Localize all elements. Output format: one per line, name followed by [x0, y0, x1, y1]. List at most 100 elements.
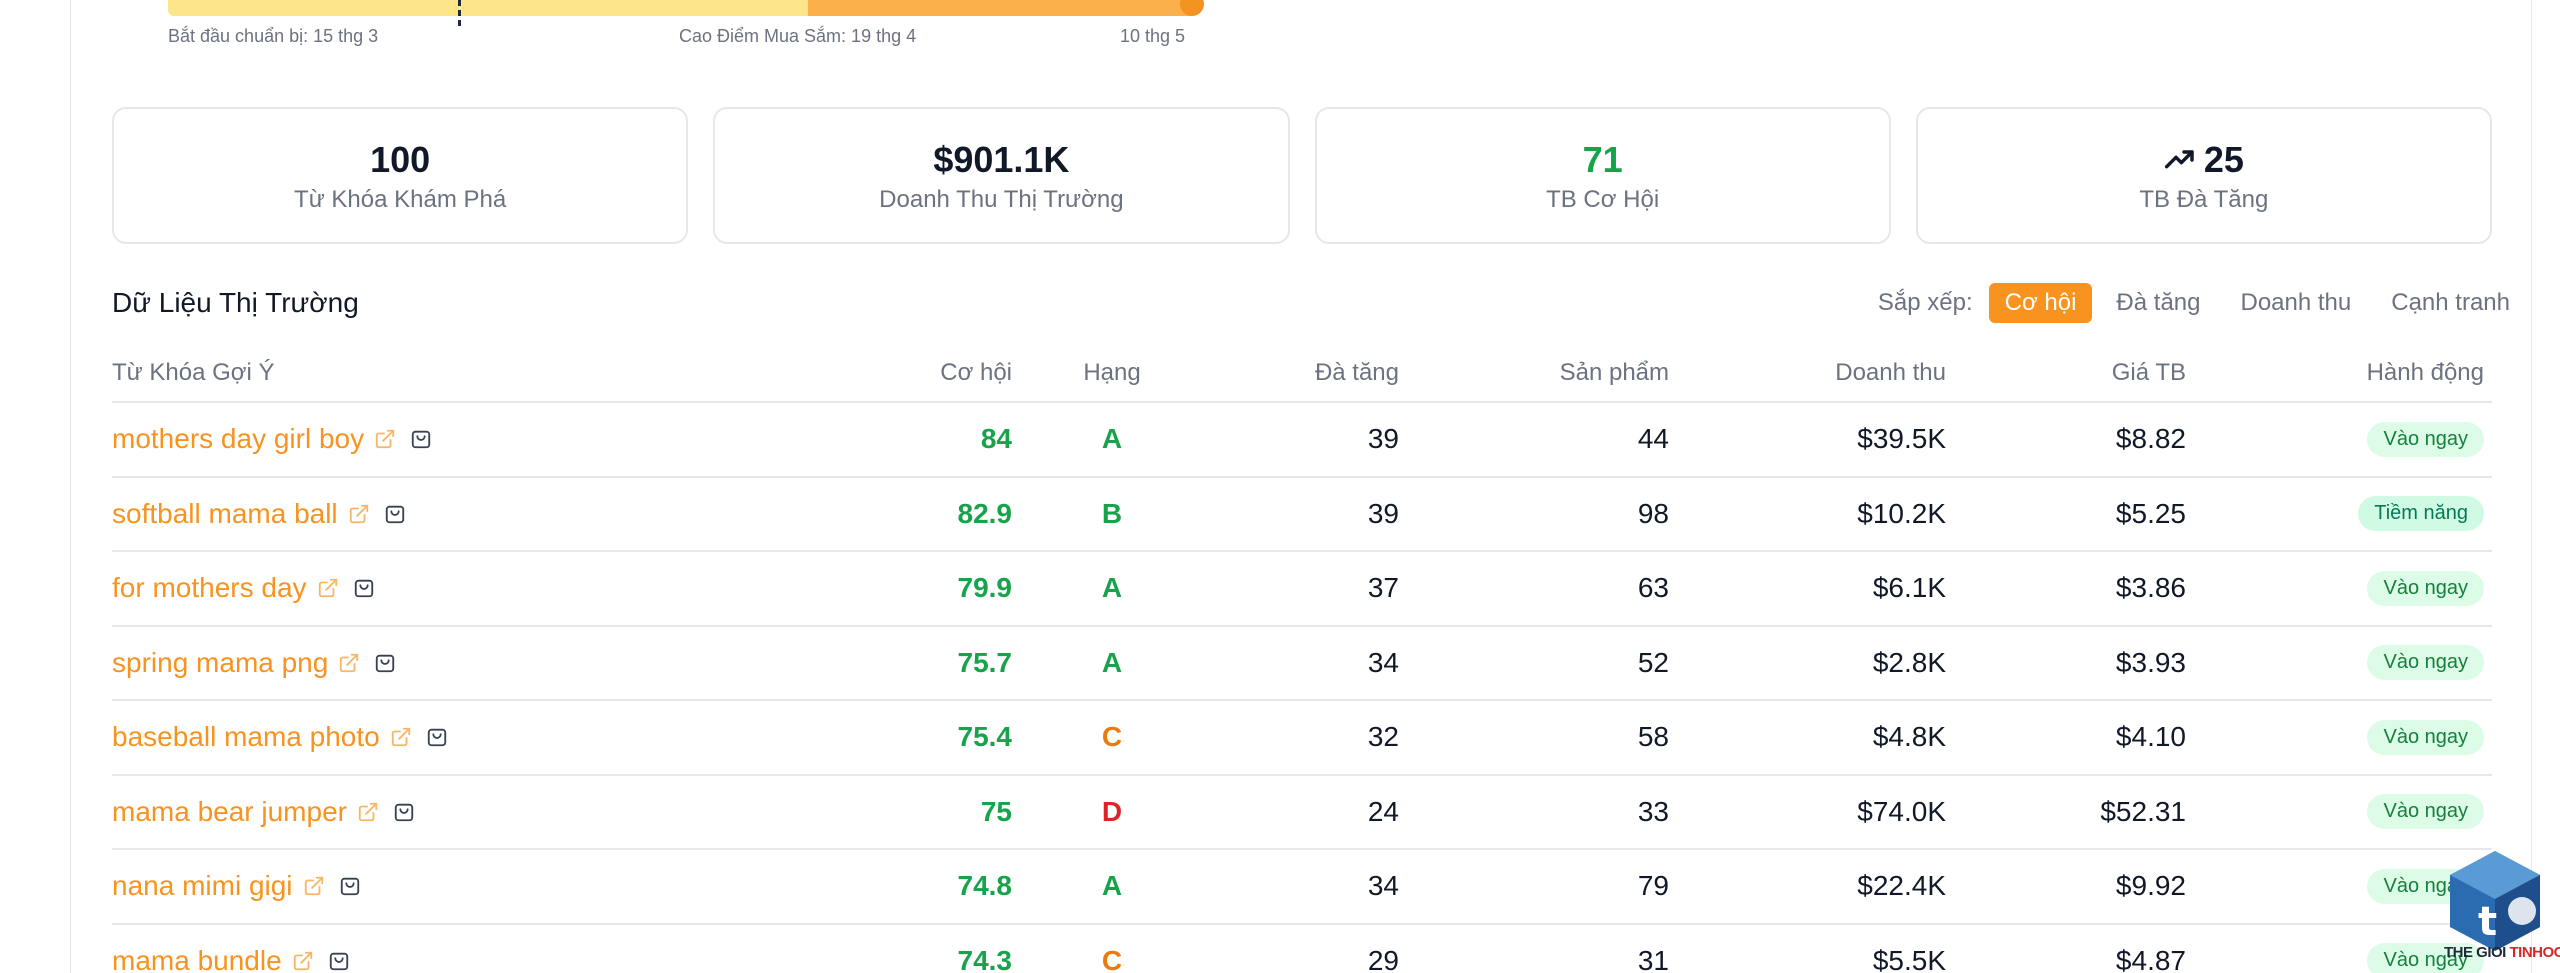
products-cell: 52 [1637, 646, 1669, 678]
sort-option-opportunity[interactable]: Cơ hội [1988, 283, 2093, 323]
products-cell: 44 [1637, 423, 1669, 455]
keyword-cell: softball mama ball [112, 498, 832, 530]
momentum-cell: 39 [1367, 497, 1399, 529]
external-link-icon[interactable] [348, 503, 370, 525]
svg-text:t: t [2478, 899, 2497, 945]
momentum-cell: 24 [1367, 795, 1399, 827]
action-badge[interactable]: Vào ngay [2367, 645, 2484, 681]
sort-option-competition[interactable]: Cạnh tranh [2375, 283, 2526, 323]
sort-bar: Sắp xếp: Cơ hội Đà tăng Doanh thu Cạnh t… [1878, 282, 2526, 324]
external-link-icon[interactable] [317, 577, 339, 599]
keyword-cell: for mothers day [112, 572, 832, 604]
action-badge[interactable]: Vào ngay [2367, 719, 2484, 755]
external-link-icon[interactable] [374, 428, 396, 450]
keyword-link[interactable]: softball mama ball [112, 498, 338, 530]
keyword-link[interactable]: mothers day girl boy [112, 423, 364, 455]
external-link-icon[interactable] [338, 652, 360, 674]
keyword-cell: mama bear jumper [112, 796, 832, 828]
action-cell: Vào ngay [2186, 719, 2484, 755]
keyword-link[interactable]: mama bear jumper [112, 796, 347, 828]
table-row: baseball mama photo 75.4 C 32 58 $4.8K $4.10 Và… [112, 701, 2492, 776]
avg-price-cell: $8.82 [2115, 423, 2186, 455]
external-link-icon[interactable] [390, 726, 412, 748]
action-badge[interactable]: Vào ngay [2367, 421, 2484, 457]
shopping-bag-icon[interactable] [339, 875, 361, 897]
stat-label: Doanh Thu Thị Trường [879, 185, 1124, 213]
section-title: Dữ Liệu Thị Trường [112, 287, 359, 318]
table-header: Từ Khóa Gợi Ý Cơ hội Hạng Đà tăng Sản ph… [112, 345, 2492, 403]
sort-label: Sắp xếp: [1877, 289, 1973, 316]
opportunity-cell: 84 [980, 423, 1012, 455]
stat-value: 71 [1582, 138, 1623, 180]
momentum-cell: 34 [1367, 870, 1399, 902]
shopping-bag-icon[interactable] [328, 950, 350, 972]
action-badge[interactable]: Tiềm năng [2358, 496, 2484, 532]
action-cell: Vào ngay [2186, 421, 2484, 457]
momentum-cell: 34 [1367, 646, 1399, 678]
keyword-link[interactable]: for mothers day [112, 572, 307, 604]
action-badge[interactable]: Vào ngay [2367, 794, 2484, 830]
table-body: mothers day girl boy 84 A 39 44 $39.5K $8.82 Và… [112, 403, 2492, 973]
timeline-prep-label: Bắt đầu chuẩn bị: 15 thg 3 [168, 26, 379, 46]
revenue-cell: $6.1K [1872, 572, 1946, 604]
stat-label: TB Cơ Hội [1546, 185, 1660, 213]
keyword-link[interactable]: mama bundle [112, 945, 282, 973]
rank-cell: A [1101, 870, 1123, 902]
col-header-rank[interactable]: Hạng [1012, 359, 1212, 387]
table-row: mothers day girl boy 84 A 39 44 $39.5K $8.82 Và… [112, 403, 2492, 478]
revenue-cell: $2.8K [1872, 646, 1946, 678]
keyword-link[interactable]: baseball mama photo [112, 721, 380, 753]
shopping-bag-icon[interactable] [410, 428, 432, 450]
revenue-cell: $22.4K [1857, 870, 1946, 902]
col-header-keyword[interactable]: Từ Khóa Gợi Ý [112, 359, 832, 387]
opportunity-cell: 74.8 [957, 870, 1013, 902]
sort-option-revenue[interactable]: Doanh thu [2224, 283, 2367, 323]
avg-price-cell: $4.10 [2115, 721, 2186, 753]
timeline-prep-segment [168, 0, 808, 16]
rank-cell: C [1101, 721, 1123, 753]
stat-card-momentum: 25 TB Đà Tăng [1915, 107, 2492, 244]
products-cell: 79 [1637, 870, 1669, 902]
col-header-opportunity[interactable]: Cơ hội [832, 359, 1012, 387]
rank-cell: C [1101, 944, 1123, 973]
action-cell: Vào ngay [2186, 570, 2484, 606]
stat-value: 25 [2203, 138, 2244, 180]
col-header-avg-price[interactable]: Giá TB [1946, 359, 2186, 387]
external-link-icon[interactable] [292, 950, 314, 972]
avg-price-cell: $4.87 [2115, 944, 2186, 973]
momentum-cell: 39 [1367, 423, 1399, 455]
shopping-bag-icon[interactable] [374, 652, 396, 674]
rank-cell: A [1101, 572, 1123, 604]
products-cell: 33 [1637, 795, 1669, 827]
table-row: for mothers day 79.9 A 37 63 $6.1K $3.86 Vào ng… [112, 552, 2492, 627]
shopping-bag-icon[interactable] [353, 577, 375, 599]
stat-value-wrap: 25 [2164, 138, 2244, 182]
shopping-bag-icon[interactable] [426, 726, 448, 748]
col-header-revenue[interactable]: Doanh thu [1669, 359, 1946, 387]
avg-price-cell: $52.31 [2100, 795, 2186, 827]
external-link-icon[interactable] [303, 875, 325, 897]
revenue-cell: $74.0K [1857, 795, 1946, 827]
rank-cell: B [1101, 497, 1123, 529]
market-data-table: Từ Khóa Gợi Ý Cơ hội Hạng Đà tăng Sản ph… [112, 345, 2492, 973]
rank-cell: A [1101, 646, 1123, 678]
col-header-momentum[interactable]: Đà tăng [1212, 359, 1399, 387]
watermark-brand-accent: TINHOC [2509, 944, 2560, 961]
momentum-cell: 37 [1367, 572, 1399, 604]
keyword-cell: mothers day girl boy [112, 423, 832, 455]
revenue-cell: $4.8K [1872, 721, 1946, 753]
shopping-bag-icon[interactable] [393, 801, 415, 823]
shopping-bag-icon[interactable] [384, 503, 406, 525]
trending-up-icon [2164, 149, 2194, 168]
revenue-cell: $39.5K [1857, 423, 1946, 455]
table-row: spring mama png 75.7 A 34 52 $2.8K $3.93 Vào ng… [112, 627, 2492, 701]
opportunity-cell: 79.9 [957, 572, 1013, 604]
table-row: mama bear jumper 75 D 24 33 $74.0K $52.31 Vào n… [112, 776, 2492, 850]
external-link-icon[interactable] [357, 801, 379, 823]
col-header-products[interactable]: Sản phẩm [1399, 359, 1669, 387]
action-badge[interactable]: Vào ngay [2367, 570, 2484, 606]
keyword-link[interactable]: spring mama png [112, 647, 328, 679]
sort-option-momentum[interactable]: Đà tăng [2100, 283, 2216, 323]
watermark-brand-main: THE GIOI [2444, 944, 2510, 961]
keyword-link[interactable]: nana mimi gigi [112, 870, 293, 902]
